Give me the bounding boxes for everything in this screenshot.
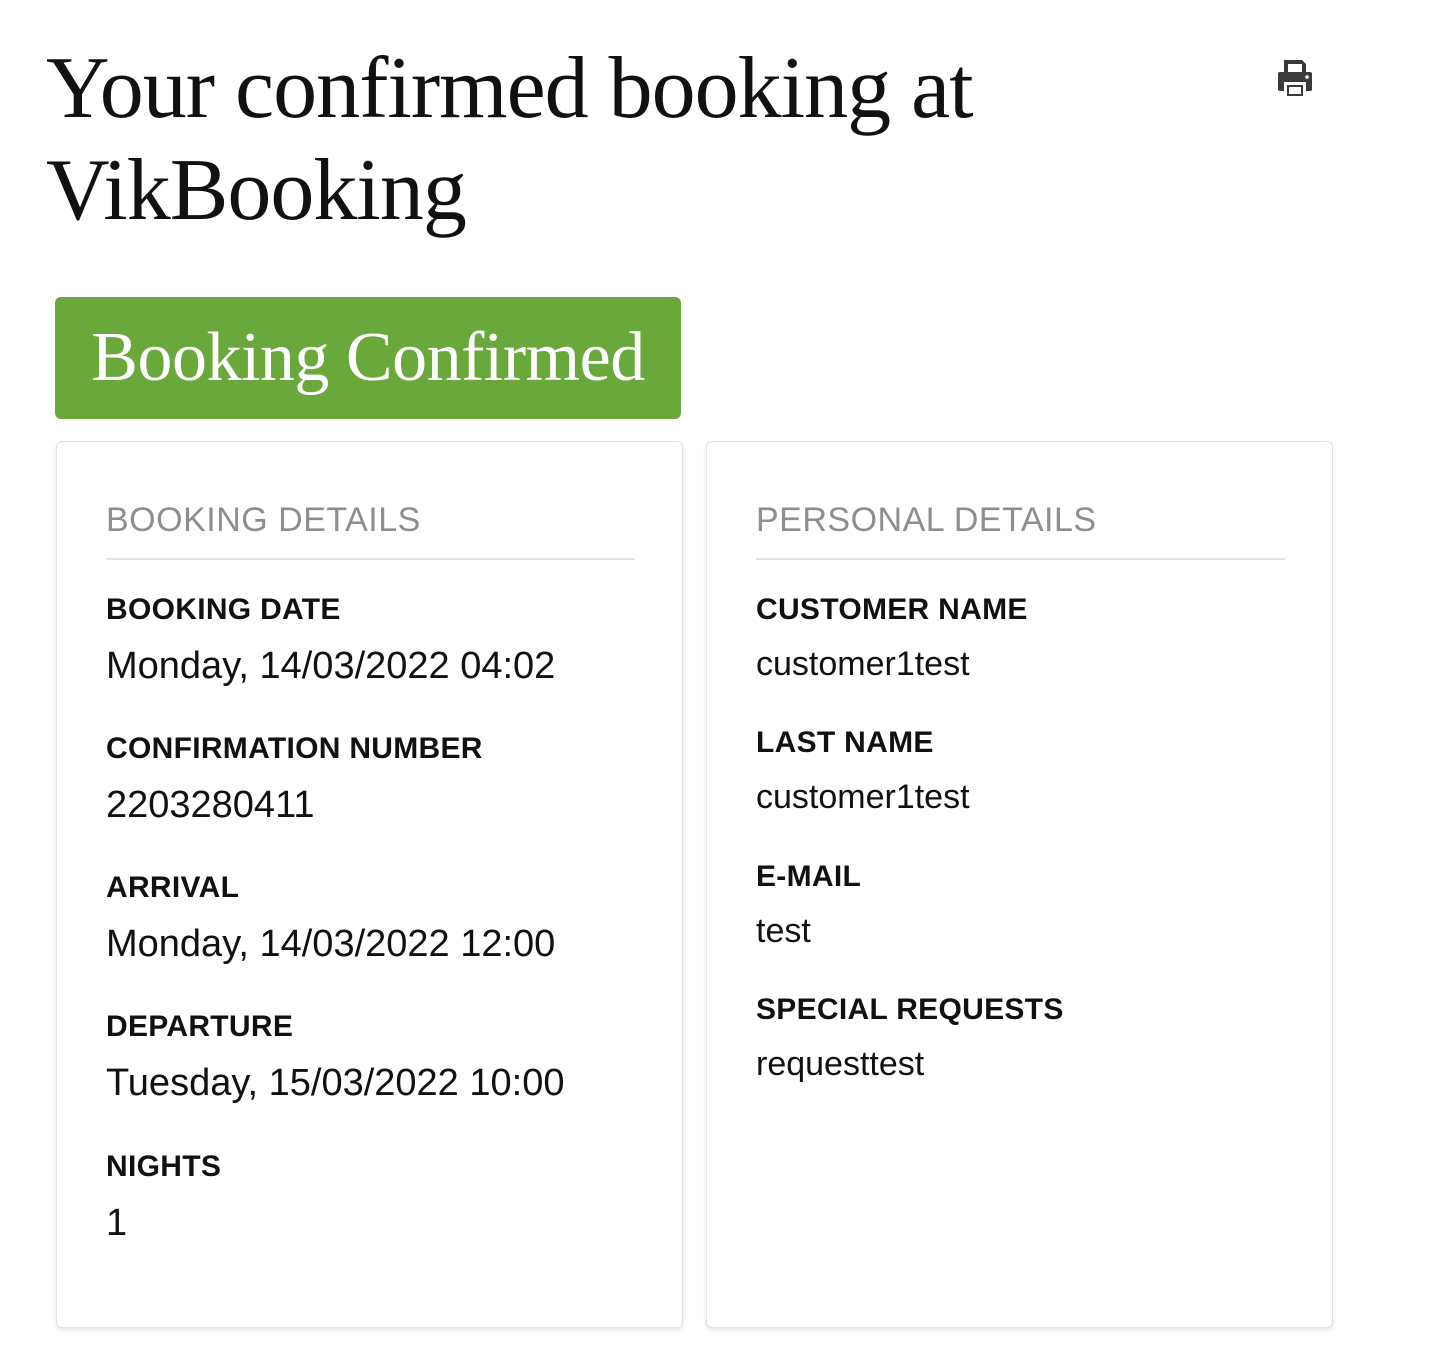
print-button[interactable] <box>1270 54 1320 104</box>
departure-value: Tuesday, 15/03/2022 10:00 <box>106 1062 565 1104</box>
nights-field: NIGHTS 1 <box>106 1149 646 1245</box>
last-name-label: LAST NAME <box>756 726 934 759</box>
confirmation-number-field: CONFIRMATION NUMBER 2203280411 <box>106 731 646 827</box>
customer-name-label: CUSTOMER NAME <box>756 593 1028 626</box>
last-name-value: customer1test <box>756 778 970 816</box>
special-requests-field: SPECIAL REQUESTS requesttest <box>756 992 1296 1084</box>
print-icon[interactable] <box>1272 56 1318 102</box>
departure-label: DEPARTURE <box>106 1010 294 1043</box>
booking-date-field: BOOKING DATE Monday, 14/03/2022 04:02 <box>106 592 646 688</box>
arrival-value: Monday, 14/03/2022 12:00 <box>106 923 556 965</box>
nights-label: NIGHTS <box>106 1150 222 1183</box>
personal-details-card: PERSONAL DETAILS CUSTOMER NAME customer1… <box>706 441 1333 1328</box>
booking-confirmed-badge: Booking Confirmed <box>55 297 681 419</box>
confirmation-number-label: CONFIRMATION NUMBER <box>106 732 483 765</box>
booking-date-value: Monday, 14/03/2022 04:02 <box>106 645 556 687</box>
customer-name-field: CUSTOMER NAME customer1test <box>756 592 1296 684</box>
page-title: Your confirmed booking at VikBooking <box>46 40 974 239</box>
email-field: E-MAIL test <box>756 859 1296 951</box>
customer-name-value: customer1test <box>756 645 970 683</box>
nights-value: 1 <box>106 1202 128 1244</box>
special-requests-value: requesttest <box>756 1045 925 1083</box>
confirmation-number-value: 2203280411 <box>106 784 315 826</box>
booking-details-card: BOOKING DETAILS BOOKING DATE Monday, 14/… <box>56 441 683 1328</box>
booking-date-label: BOOKING DATE <box>106 593 341 626</box>
personal-details-heading: PERSONAL DETAILS <box>756 500 1285 560</box>
email-value: test <box>756 912 811 950</box>
email-label: E-MAIL <box>756 860 862 893</box>
special-requests-label: SPECIAL REQUESTS <box>756 993 1064 1026</box>
last-name-field: LAST NAME customer1test <box>756 725 1296 817</box>
departure-field: DEPARTURE Tuesday, 15/03/2022 10:00 <box>106 1009 646 1105</box>
status-label: Booking Confirmed <box>91 319 645 396</box>
booking-details-heading: BOOKING DETAILS <box>106 500 635 560</box>
arrival-label: ARRIVAL <box>106 871 240 904</box>
arrival-field: ARRIVAL Monday, 14/03/2022 12:00 <box>106 870 646 966</box>
